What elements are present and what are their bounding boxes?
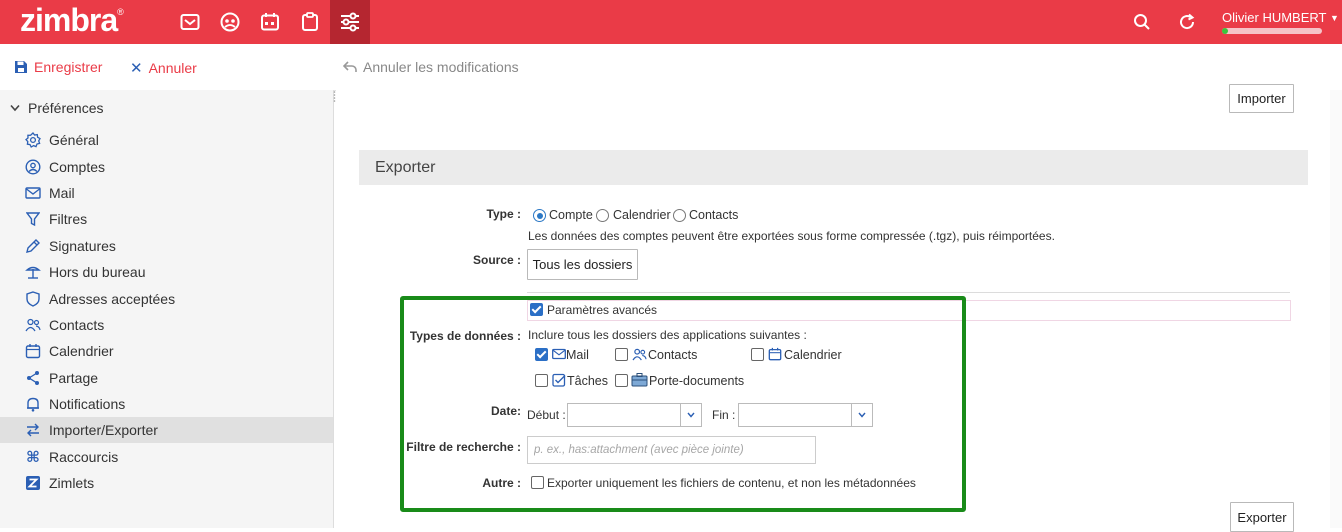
radio-calendar-label: Calendrier — [613, 208, 671, 222]
sidebar-item-general[interactable]: Général — [0, 127, 333, 153]
top-bar: zimbra® Olivier HUMBERT ▼ — [0, 0, 1342, 44]
save-button[interactable]: Enregistrer — [14, 59, 102, 75]
sidebar-item-contacts[interactable]: Contacts — [0, 312, 333, 338]
source-label: Source : — [472, 253, 521, 267]
type-description: Les données des comptes peuvent être exp… — [528, 229, 1055, 243]
preferences-title: Préférences — [28, 100, 104, 116]
user-menu[interactable]: Olivier HUMBERT — [1222, 10, 1327, 25]
import-button[interactable]: Importer — [1229, 84, 1294, 113]
radio-account-label: Compte — [549, 208, 593, 222]
all-folders-label: Tous les dossiers — [532, 257, 633, 272]
gear-icon — [25, 132, 41, 148]
export-section-header: Exporter — [359, 150, 1308, 185]
calendar-app-icon[interactable] — [254, 6, 286, 38]
undo-icon — [343, 61, 357, 72]
radio-account[interactable] — [533, 209, 546, 222]
mail-icon — [25, 185, 41, 201]
save-icon — [15, 61, 27, 73]
sidebar-item-label: Général — [49, 132, 99, 148]
contacts-icon — [25, 317, 41, 333]
sidebar-item-shortcuts[interactable]: ⌘ Raccourcis — [0, 444, 333, 470]
sidebar-item-label: Partage — [49, 370, 99, 386]
chevron-down-icon — [10, 104, 20, 112]
sidebar-item-label: Raccourcis — [49, 449, 119, 465]
sidebar-item-label: Adresses acceptées — [49, 291, 176, 307]
zimbra-logo[interactable]: zimbra® — [20, 2, 124, 39]
sidebar: Préférences Général Comptes Mail Filtres… — [0, 90, 334, 528]
highlight-box — [400, 296, 966, 512]
section-title: Exporter — [375, 159, 436, 176]
sidebar-item-signatures[interactable]: Signatures — [0, 233, 333, 259]
undo-label: Annuler les modifications — [363, 59, 519, 75]
tasks-app-icon[interactable] — [294, 6, 326, 38]
user-name-label: Olivier HUMBERT — [1222, 10, 1327, 25]
cancel-button[interactable]: ✕ Annuler — [130, 59, 197, 77]
sidebar-item-notifications[interactable]: Notifications — [0, 391, 333, 417]
sidebar-item-label: Mail — [49, 185, 75, 201]
import-button-label: Importer — [1237, 91, 1286, 106]
radio-contacts[interactable] — [673, 209, 686, 222]
account-icon — [25, 159, 41, 175]
quota-bar — [1222, 28, 1322, 34]
divider — [527, 292, 1290, 293]
toolbar: Enregistrer ✕ Annuler Annuler les modifi… — [0, 44, 1342, 91]
sidebar-item-label: Signatures — [49, 238, 116, 254]
search-icon[interactable] — [1126, 6, 1158, 38]
command-icon: ⌘ — [26, 449, 40, 466]
preferences-app-icon[interactable] — [330, 0, 370, 44]
filter-icon — [25, 211, 41, 227]
cancel-label: Annuler — [148, 60, 197, 76]
close-icon: ✕ — [130, 60, 143, 77]
sidebar-item-label: Comptes — [49, 159, 106, 175]
undo-changes-button[interactable]: Annuler les modifications — [343, 59, 519, 75]
mail-app-icon[interactable] — [174, 6, 206, 38]
save-label: Enregistrer — [34, 59, 103, 75]
sidebar-item-label: Notifications — [49, 396, 126, 412]
out-of-office-icon — [25, 264, 41, 280]
radio-contacts-label: Contacts — [689, 208, 739, 222]
refresh-icon[interactable] — [1171, 6, 1203, 38]
bell-icon — [25, 396, 41, 412]
signature-icon — [25, 238, 41, 254]
sidebar-item-zimlets[interactable]: Zimlets — [0, 470, 333, 496]
calendar-icon — [25, 343, 41, 359]
sidebar-item-sharing[interactable]: Partage — [0, 365, 333, 391]
import-export-icon — [25, 422, 41, 438]
type-label: Type : — [486, 207, 521, 221]
sidebar-item-filters[interactable]: Filtres — [0, 206, 333, 232]
all-folders-button[interactable]: Tous les dossiers — [527, 249, 638, 280]
preferences-header[interactable]: Préférences — [10, 100, 103, 116]
quota-bar-fill — [1222, 28, 1228, 34]
sidebar-item-label: Importer/Exporter — [49, 422, 158, 438]
radio-calendar[interactable] — [596, 209, 609, 222]
user-menu-chevron-down-icon[interactable]: ▼ — [1330, 13, 1339, 23]
export-button-label: Exporter — [1237, 509, 1287, 525]
sidebar-item-calendar[interactable]: Calendrier — [0, 338, 333, 364]
sidebar-item-import-export[interactable]: Importer/Exporter — [0, 417, 333, 443]
sidebar-item-out-of-office[interactable]: Hors du bureau — [0, 259, 333, 285]
sidebar-item-label: Hors du bureau — [49, 264, 146, 280]
sidebar-item-label: Filtres — [49, 211, 88, 227]
shield-icon — [25, 291, 41, 307]
main-scrollbar[interactable] — [1330, 90, 1342, 528]
contacts-app-icon[interactable] — [214, 6, 246, 38]
sidebar-item-accounts[interactable]: Comptes — [0, 154, 333, 180]
sidebar-item-mail[interactable]: Mail — [0, 180, 333, 206]
sidebar-item-label: Zimlets — [49, 475, 95, 491]
sidebar-item-label: Contacts — [49, 317, 105, 333]
zimlet-icon — [25, 475, 41, 491]
share-icon — [25, 370, 41, 386]
sidebar-item-accepted-addresses[interactable]: Adresses acceptées — [0, 286, 333, 312]
sidebar-item-label: Calendrier — [49, 343, 114, 359]
